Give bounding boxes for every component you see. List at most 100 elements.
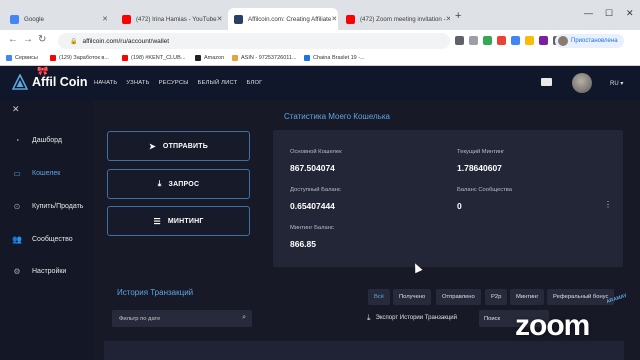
google-favicon-icon: [10, 14, 19, 24]
extension-purple-icon[interactable]: [539, 36, 548, 45]
available-balance-value: 0.65407444: [290, 201, 335, 211]
exchange-icon: ⊙: [13, 202, 21, 211]
community-balance-value: 0: [457, 201, 462, 211]
minimize-icon[interactable]: —: [584, 8, 593, 18]
withdraw-request-button[interactable]: ⤓ ЗАПРОС: [107, 169, 250, 199]
filter-minting-tab[interactable]: Минтинг: [510, 289, 545, 305]
menu-item-start[interactable]: НАЧАТЬ: [94, 80, 117, 86]
minting-button[interactable]: ☰ МИНТИНГ: [107, 206, 250, 236]
affilcoin-logo[interactable]: Affil Coin: [12, 74, 88, 90]
sidebar: ✕ ◔ Дашборд ▭ Кошелек ⊙ Купить/Продать 👥…: [0, 100, 93, 360]
send-plane-icon: ➤: [149, 141, 156, 151]
bookmark-favicon-icon: [304, 55, 310, 61]
extension-green-icon[interactable]: [483, 36, 492, 45]
users-icon: 👥: [12, 235, 22, 244]
forward-arrow-icon[interactable]: →: [23, 34, 33, 45]
apps-icon: [6, 55, 12, 61]
current-minting-label: Текущий Минтинг: [457, 149, 505, 155]
logo-text: Affil Coin: [32, 75, 88, 89]
sidebar-item-exchange[interactable]: ⊙ Купить/Продать: [12, 202, 84, 211]
extension-red-icon[interactable]: [497, 36, 506, 45]
camera-icon[interactable]: [455, 36, 464, 45]
close-window-icon[interactable]: ✕: [626, 8, 634, 19]
extension-icons: [455, 36, 562, 45]
youtube-favicon-icon: [346, 14, 355, 24]
maximize-icon[interactable]: ☐: [605, 8, 613, 19]
extension-blue-icon[interactable]: [511, 36, 520, 45]
browser-tab-strip: Google ✕ (472) Irina Hamias - YouTube ✕ …: [0, 0, 640, 30]
sidebar-item-wallet[interactable]: ▭ Кошелек: [12, 169, 60, 178]
main-balance-value: 867.504074: [290, 163, 335, 173]
new-tab-plus-icon[interactable]: +: [455, 10, 461, 22]
menu-item-blog[interactable]: БЛОГ: [246, 80, 262, 86]
profile-avatar: [558, 36, 568, 46]
star-icon[interactable]: [469, 36, 478, 45]
browser-tab-zoom-invite[interactable]: (472) Zoom meeting invitation - ✕: [340, 8, 450, 30]
url-text: affilcoin.com/ru/account/wallet: [82, 37, 170, 45]
bookmarks-bar: Сервисы (129) Заработок в... (198) #KENT…: [0, 52, 640, 66]
filter-referral-tab[interactable]: Реферальный бонус: [547, 289, 615, 305]
more-options-icon[interactable]: ⋮: [604, 200, 612, 209]
filter-all-tab[interactable]: Всё: [368, 289, 390, 305]
profile-status-button[interactable]: Приостановлена: [555, 34, 624, 48]
language-selector[interactable]: RU ▾: [610, 80, 623, 87]
sidebar-item-settings[interactable]: ⚙ Настройки: [12, 267, 66, 276]
extension-yellow-icon[interactable]: [525, 36, 534, 45]
filter-sent-tab[interactable]: Отправлено: [436, 289, 481, 305]
date-filter-placeholder: Фильтр по дате: [119, 315, 161, 322]
main-menu: НАЧАТЬ УЗНАТЬ РЕСУРСЫ БЕЛЫЙ ЛИСТ БЛОГ: [94, 80, 263, 86]
minting-balance-value: 866.85: [290, 239, 316, 249]
mail-icon[interactable]: [541, 78, 552, 86]
youtube-favicon-icon: [50, 55, 56, 61]
transactions-title: История Транзакций: [117, 288, 194, 297]
download-icon: ⤓: [367, 313, 371, 322]
zoom-watermark-logo: zoom: [515, 309, 590, 342]
export-history-button[interactable]: ⤓ Экспорт Истории Транзакций: [367, 313, 457, 323]
close-icon[interactable]: ✕: [331, 15, 337, 23]
tab-label: (472) Zoom meeting invitation -: [360, 15, 446, 23]
bookmark-item[interactable]: (129) Заработок в...: [50, 55, 109, 61]
coins-icon: ☰: [153, 216, 161, 226]
transactions-table-header: [104, 341, 624, 360]
wallet-icon: ▭: [13, 169, 21, 178]
sidebar-item-dashboard[interactable]: ◔ Дашборд: [12, 136, 62, 145]
download-icon: ⤓: [157, 179, 162, 188]
url-input[interactable]: 🔒 affilcoin.com/ru/account/wallet: [58, 33, 450, 49]
close-sidebar-icon[interactable]: ✕: [12, 104, 20, 115]
browser-tab-youtube[interactable]: (472) Irina Hamias - YouTube ✕: [116, 8, 226, 30]
site-header: Affil Coin 🎀 НАЧАТЬ УЗНАТЬ РЕСУРСЫ БЕЛЫЙ…: [0, 66, 640, 100]
bookmark-item[interactable]: Amazon: [195, 55, 224, 61]
menu-item-whitepaper[interactable]: БЕЛЫЙ ЛИСТ: [198, 80, 238, 86]
send-button[interactable]: ➤ ОТПРАВИТЬ: [107, 131, 250, 161]
filter-received-tab[interactable]: Получено: [393, 289, 432, 305]
date-filter-input[interactable]: Фильтр по дате ⌕: [112, 310, 252, 327]
wallet-stats-title: Статистика Моего Кошелька: [284, 112, 390, 121]
bookmark-favicon-icon: [232, 55, 238, 61]
reload-icon[interactable]: ↻: [38, 34, 46, 45]
user-avatar[interactable]: [572, 73, 592, 93]
tab-label: Affilcoin.com: Creating Affiliate: [248, 15, 332, 23]
bookmark-item[interactable]: Chaina Braslet 19 -...: [304, 55, 365, 61]
lock-icon: 🔒: [70, 38, 78, 45]
bookmark-item[interactable]: ASIN - 97253726011...: [232, 55, 297, 61]
current-minting-value: 1.78640607: [457, 163, 502, 173]
gear-icon: ⚙: [13, 267, 21, 276]
menu-item-resources[interactable]: РЕСУРСЫ: [159, 80, 189, 86]
logo-mark-icon: [12, 74, 28, 90]
browser-tab-google[interactable]: Google ✕: [4, 8, 114, 30]
close-icon[interactable]: ✕: [102, 15, 108, 23]
search-icon[interactable]: ⌕: [242, 314, 246, 322]
bookmark-item[interactable]: (198) #KENT_CLUB...: [122, 55, 185, 61]
browser-tab-affilcoin[interactable]: Affilcoin.com: Creating Affiliate ✕: [228, 8, 338, 30]
menu-item-learn[interactable]: УЗНАТЬ: [126, 80, 149, 86]
amazon-favicon-icon: [195, 55, 201, 61]
sidebar-item-community[interactable]: 👥 Сообщество: [12, 235, 73, 244]
filter-p2p-tab[interactable]: P2p: [485, 289, 508, 305]
youtube-favicon-icon: [122, 55, 128, 61]
main-balance-label: Основной Кошелек: [290, 149, 342, 155]
holiday-decoration-icon: 🎀: [37, 66, 49, 76]
bookmark-item[interactable]: Сервисы: [6, 55, 38, 61]
back-arrow-icon[interactable]: ←: [8, 34, 18, 45]
close-icon[interactable]: ✕: [446, 15, 450, 23]
close-icon[interactable]: ✕: [217, 15, 223, 23]
